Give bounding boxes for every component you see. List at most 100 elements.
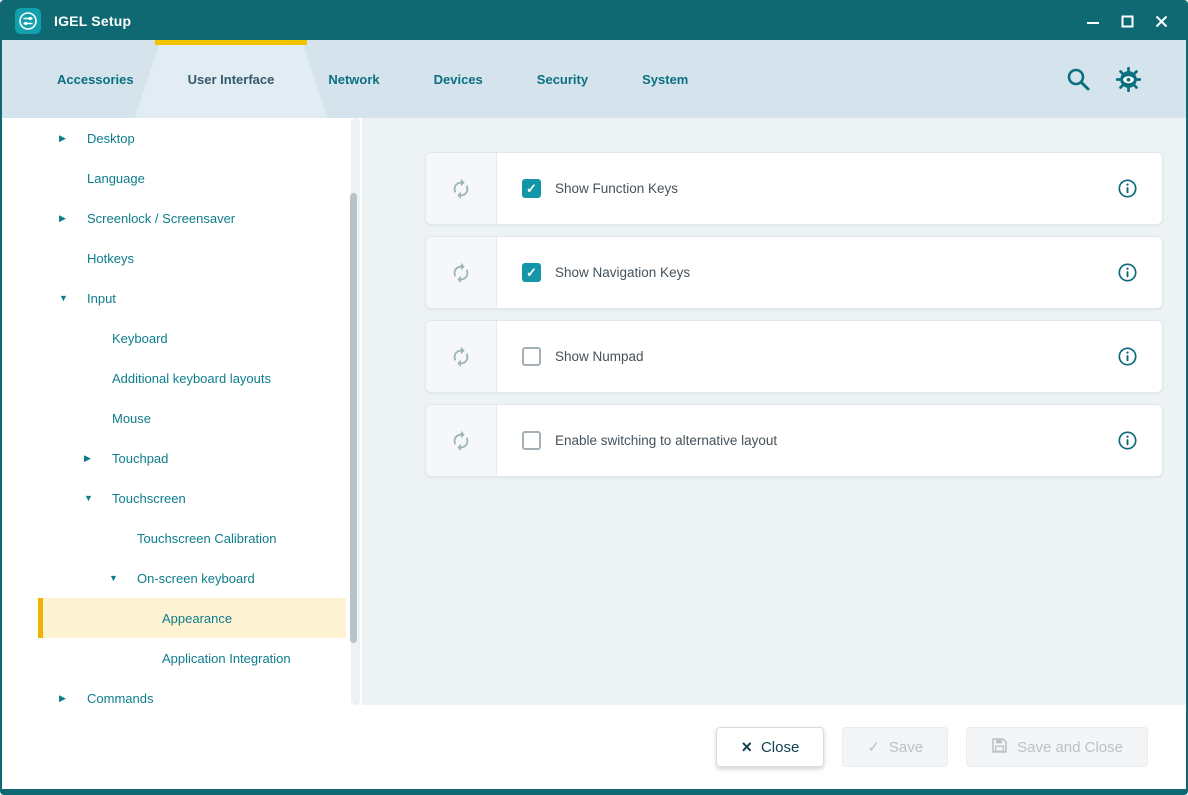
info-icon[interactable] xyxy=(1117,346,1138,367)
tab-user-interface[interactable]: User Interface xyxy=(161,40,302,118)
igel-logo-icon xyxy=(14,8,41,35)
reset-parameter-icon[interactable] xyxy=(450,178,472,200)
sidebar-item-appearance[interactable]: Appearance xyxy=(38,598,346,638)
setting-label: Enable switching to alternative layout xyxy=(555,433,777,448)
chevron-right-icon[interactable]: ▶ xyxy=(59,133,81,144)
chevron-down-icon[interactable]: ▼ xyxy=(109,573,131,583)
tab-list: Accessories User Interface Network Devices S… xyxy=(30,40,715,118)
close-x-icon: × xyxy=(741,738,752,756)
sidebar-item-label: Keyboard xyxy=(112,331,168,346)
close-window-button[interactable] xyxy=(1146,7,1176,35)
main-area: ▶ Desktop Language ▶ Screenlock / Screensave… xyxy=(2,118,1186,705)
reset-cell xyxy=(426,321,497,392)
sidebar-item-label: Language xyxy=(87,171,145,186)
setting-card-show-numpad: Show Numpad xyxy=(425,320,1163,393)
sidebar-item-mouse[interactable]: Mouse xyxy=(2,398,362,438)
setting-card-show-function-keys: Show Function Keys xyxy=(425,152,1163,225)
chevron-down-icon[interactable]: ▼ xyxy=(59,293,81,303)
tab-label: Network xyxy=(328,72,379,87)
save-button[interactable]: ✓ Save xyxy=(842,727,948,767)
sidebar-item-label: Mouse xyxy=(112,411,151,426)
checkbox-show-navigation-keys[interactable] xyxy=(522,263,541,282)
sidebar-item-hotkeys[interactable]: Hotkeys xyxy=(2,238,362,278)
sidebar-item-label: Screenlock / Screensaver xyxy=(87,211,235,226)
setting-label: Show Numpad xyxy=(555,349,644,364)
igel-setup-window: IGEL Setup Accessories User Interface Netw… xyxy=(0,0,1188,795)
sidebar-tree: ▶ Desktop Language ▶ Screenlock / Screensave… xyxy=(2,118,362,705)
reset-cell xyxy=(426,405,497,476)
minimize-button[interactable] xyxy=(1078,7,1108,35)
window-controls xyxy=(1078,7,1176,35)
check-icon: ✓ xyxy=(867,740,880,755)
info-icon[interactable] xyxy=(1117,178,1138,199)
close-icon xyxy=(1154,14,1169,29)
sidebar-item-input[interactable]: ▼ Input xyxy=(2,278,362,318)
checkbox-show-numpad[interactable] xyxy=(522,347,541,366)
reset-parameter-icon[interactable] xyxy=(450,430,472,452)
setting-card-show-navigation-keys: Show Navigation Keys xyxy=(425,236,1163,309)
chevron-right-icon[interactable]: ▶ xyxy=(59,213,81,224)
sidebar-item-screenlock-screensaver[interactable]: ▶ Screenlock / Screensaver xyxy=(2,198,362,238)
maximize-button[interactable] xyxy=(1112,7,1142,35)
setting-card-enable-switching-to-alternative-layout: Enable switching to alternative layout xyxy=(425,404,1163,477)
settings-panel: Show Function Keys Show Navigation Keys xyxy=(362,118,1186,705)
title-bar: IGEL Setup xyxy=(2,2,1186,40)
search-icon[interactable] xyxy=(1065,66,1091,92)
close-button-label: Close xyxy=(761,739,799,756)
sidebar-item-label: Touchscreen xyxy=(112,491,186,506)
sidebar-item-label: Touchscreen Calibration xyxy=(137,531,276,546)
checkbox-enable-switching-to-alternative-layout[interactable] xyxy=(522,431,541,450)
reset-cell xyxy=(426,237,497,308)
tab-bar: Accessories User Interface Network Devices S… xyxy=(2,40,1186,118)
sidebar-item-touchscreen-calibration[interactable]: Touchscreen Calibration xyxy=(2,518,362,558)
info-icon[interactable] xyxy=(1117,262,1138,283)
sidebar-item-application-integration[interactable]: Application Integration xyxy=(2,638,362,678)
reset-parameter-icon[interactable] xyxy=(450,262,472,284)
sidebar-item-label: On-screen keyboard xyxy=(137,571,255,586)
window-title: IGEL Setup xyxy=(54,13,131,29)
close-button[interactable]: × Close xyxy=(716,727,824,767)
checkbox-show-function-keys[interactable] xyxy=(522,179,541,198)
save-and-close-button-label: Save and Close xyxy=(1017,739,1123,756)
save-and-close-button[interactable]: Save and Close xyxy=(966,727,1148,767)
sidebar-item-on-screen-keyboard[interactable]: ▼ On-screen keyboard xyxy=(2,558,362,598)
floppy-disk-icon xyxy=(991,737,1008,758)
tab-label: Devices xyxy=(434,72,483,87)
sidebar-item-label: Additional keyboard layouts xyxy=(112,371,271,386)
tab-security[interactable]: Security xyxy=(510,40,615,118)
save-button-label: Save xyxy=(889,739,923,756)
sidebar-item-touchscreen[interactable]: ▼ Touchscreen xyxy=(2,478,362,518)
setting-label: Show Function Keys xyxy=(555,181,678,196)
sidebar-item-keyboard[interactable]: Keyboard xyxy=(2,318,362,358)
info-icon[interactable] xyxy=(1117,430,1138,451)
maximize-icon xyxy=(1121,15,1134,28)
tab-bar-icons xyxy=(1065,40,1186,118)
tab-label: User Interface xyxy=(188,72,275,87)
sidebar-item-commands[interactable]: ▶ Commands xyxy=(2,678,362,705)
filter-settings-icon[interactable] xyxy=(1115,66,1142,93)
tab-devices[interactable]: Devices xyxy=(407,40,510,118)
tab-label: Accessories xyxy=(57,72,134,87)
chevron-right-icon[interactable]: ▶ xyxy=(84,453,106,464)
reset-parameter-icon[interactable] xyxy=(450,346,472,368)
tab-label: Security xyxy=(537,72,588,87)
minimize-icon xyxy=(1086,14,1100,28)
sidebar-item-touchpad[interactable]: ▶ Touchpad xyxy=(2,438,362,478)
sidebar-item-label: Commands xyxy=(87,691,153,706)
footer-bar: × Close ✓ Save Save and Close xyxy=(2,705,1186,789)
chevron-right-icon[interactable]: ▶ xyxy=(59,693,81,704)
chevron-down-icon[interactable]: ▼ xyxy=(84,493,106,503)
tab-label: System xyxy=(642,72,688,87)
settings-list: Show Function Keys Show Navigation Keys xyxy=(425,152,1163,477)
sidebar-item-label: Input xyxy=(87,291,116,306)
sidebar-item-label: Touchpad xyxy=(112,451,168,466)
sidebar-item-label: Desktop xyxy=(87,131,135,146)
sidebar-item-label: Appearance xyxy=(162,611,232,626)
sidebar-item-desktop[interactable]: ▶ Desktop xyxy=(2,118,362,158)
setting-label: Show Navigation Keys xyxy=(555,265,690,280)
sidebar-scrollbar-thumb[interactable] xyxy=(350,193,357,643)
sidebar-item-language[interactable]: Language xyxy=(2,158,362,198)
tab-system[interactable]: System xyxy=(615,40,715,118)
sidebar-scrollbar-track[interactable] xyxy=(351,118,360,705)
sidebar-item-additional-keyboard-layouts[interactable]: Additional keyboard layouts xyxy=(2,358,362,398)
